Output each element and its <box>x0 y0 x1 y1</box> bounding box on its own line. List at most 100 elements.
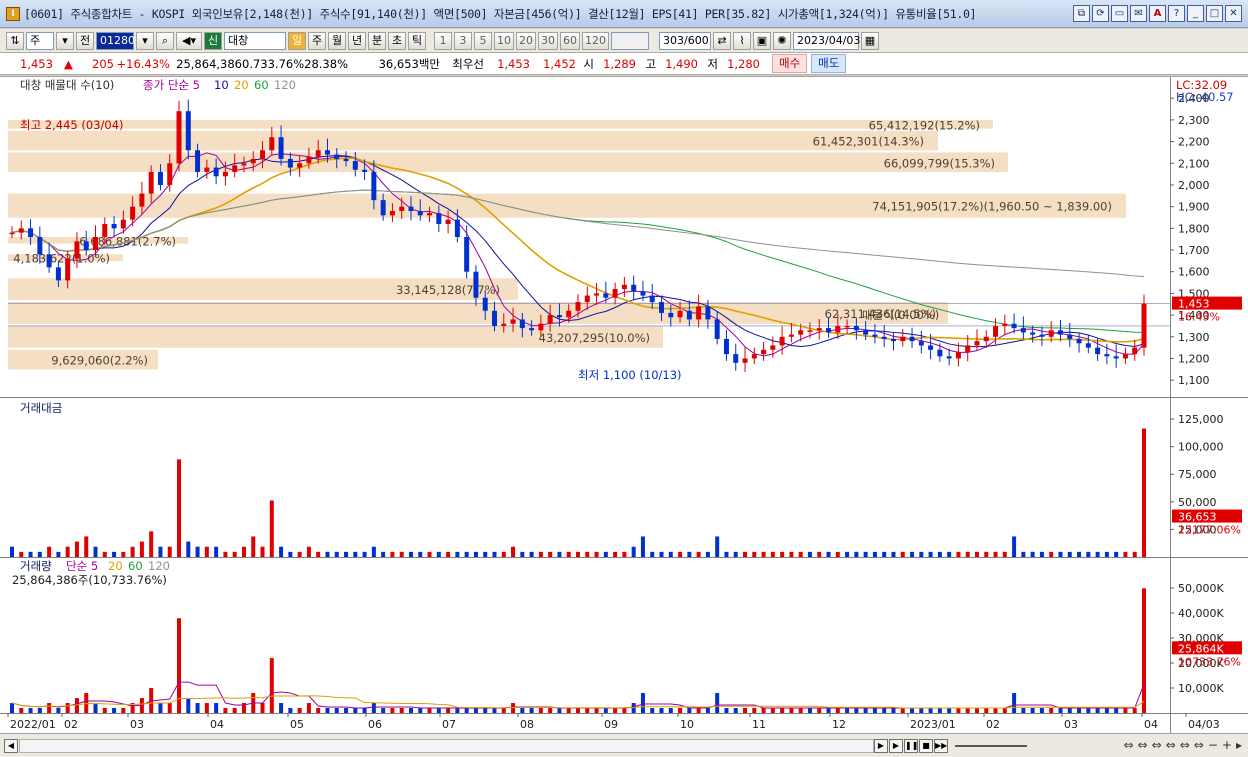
tab-week[interactable]: 주 <box>308 31 326 50</box>
save-icon[interactable]: ▣ <box>753 31 771 50</box>
sell-button[interactable]: 매도 <box>811 54 847 73</box>
candle-body <box>464 237 470 272</box>
interval-5[interactable]: 5 <box>474 31 492 50</box>
chart-type-icon[interactable]: ⌇ <box>733 31 751 50</box>
amount-bar <box>594 551 599 557</box>
refresh-icon[interactable]: ⟳ <box>1092 5 1109 22</box>
tool-icon[interactable]: ⇔ <box>1180 738 1190 752</box>
chart-svg[interactable]: 65,412,192(15.2%) 61,452,301(14.3%) 66,099… <box>0 77 1248 733</box>
chevron-down-icon[interactable]: ▾ <box>136 31 154 50</box>
amount-bar <box>316 551 321 557</box>
candle-body <box>269 137 275 151</box>
tool-icon[interactable]: ⇔ <box>1194 738 1204 752</box>
scroll-right-icon[interactable]: ▶ <box>874 738 888 753</box>
link-icon[interactable]: ⧉ <box>1073 5 1090 22</box>
amount-bar <box>56 551 61 557</box>
amount-bar <box>1132 551 1137 557</box>
amount-bar <box>177 459 182 557</box>
interval-20[interactable]: 20 <box>516 31 536 50</box>
price-tick-label: 1,800 <box>1178 222 1210 235</box>
interval-30[interactable]: 30 <box>538 31 558 50</box>
interval-10[interactable]: 10 <box>494 31 514 50</box>
best-bid: 1,452 <box>543 56 576 71</box>
window-title: [0601] 주식종합차트 - KOSPI 외국인보유[2,148(천)] 주식… <box>24 6 977 21</box>
chart-area[interactable]: 65,412,192(15.2%) 61,452,301(14.3%) 66,099… <box>0 76 1248 733</box>
tab-tick[interactable]: 틱 <box>408 31 426 50</box>
chevron-down-icon[interactable]: ▾ <box>56 31 74 50</box>
calendar-icon[interactable]: ▦ <box>861 31 879 50</box>
tool-icon[interactable]: ⇔ <box>1166 738 1176 752</box>
tab-month[interactable]: 월 <box>328 31 346 50</box>
search-icon[interactable]: ⌕ <box>156 31 174 50</box>
volume-panel-title: 거래량 <box>20 559 52 573</box>
interval-120[interactable]: 120 <box>582 31 609 50</box>
tool-icon[interactable]: ⇔ <box>1138 738 1148 752</box>
font-icon[interactable]: A <box>1149 5 1166 22</box>
zoom-in-icon[interactable]: + <box>1222 738 1232 752</box>
pause-icon[interactable]: ❚❚ <box>904 738 918 753</box>
candle-body <box>1122 354 1128 359</box>
pin-icon[interactable]: ⇅ <box>6 31 24 50</box>
scroll-track[interactable] <box>19 738 874 753</box>
volume-bar <box>585 708 590 713</box>
zoom-out-icon[interactable]: − <box>1208 738 1218 752</box>
settings-icon[interactable]: ✺ <box>773 31 791 50</box>
tab-second[interactable]: 초 <box>388 31 406 50</box>
candle-body <box>241 163 247 166</box>
data-count-field[interactable]: 303/600 <box>659 31 711 50</box>
tab-minute[interactable]: 분 <box>368 31 386 50</box>
interval-custom-input[interactable] <box>611 31 649 50</box>
amount-bar <box>325 551 330 557</box>
amount-bar <box>1123 551 1128 557</box>
help-icon[interactable]: ? <box>1168 5 1185 22</box>
candle-body <box>659 302 665 313</box>
play-icon[interactable]: ▶ <box>889 738 903 753</box>
volume-bar <box>223 708 228 713</box>
amount-bar <box>807 551 812 557</box>
tool-icon[interactable]: ⇔ <box>1123 738 1133 752</box>
zoom-slider[interactable] <box>955 744 1027 747</box>
volume-bar <box>752 708 757 713</box>
volume-bar <box>882 708 887 713</box>
scroll-end-icon[interactable]: ▸ <box>1236 738 1242 752</box>
tab-year[interactable]: 년 <box>348 31 366 50</box>
amount-bar <box>631 546 636 557</box>
amount-bar <box>455 551 460 557</box>
amount-bar <box>650 551 655 557</box>
close-button[interactable]: ✕ <box>1225 5 1242 22</box>
stock-name-field[interactable]: 대창 <box>224 31 286 50</box>
buy-button[interactable]: 매수 <box>772 54 808 73</box>
volume-bar <box>1077 708 1082 713</box>
tool-icon[interactable]: ⇔ <box>1152 738 1162 752</box>
period-select[interactable]: 주 <box>26 31 54 50</box>
speaker-icon[interactable]: ◀▾ <box>176 31 202 50</box>
volume-summary: 25,864,386주(10,733.76%) <box>12 573 167 587</box>
amount-bar <box>789 551 794 557</box>
stock-code-input[interactable]: 012800 <box>96 31 142 50</box>
chart-scrollbar[interactable]: ◀ ▶ ▶ ❚❚ ■ ▶▶ ⇔ ⇔ ⇔ ⇔ ⇔ ⇔ − + ▸ <box>0 733 1248 757</box>
scroll-left-icon[interactable]: ◀ <box>4 738 18 753</box>
x-tick-label: 2022/01 <box>10 718 56 731</box>
candle-body <box>816 328 822 331</box>
amount-bar <box>427 551 432 557</box>
interval-3[interactable]: 3 <box>454 31 472 50</box>
stop-icon[interactable]: ■ <box>919 738 933 753</box>
price-tick-label: 1,200 <box>1178 352 1210 365</box>
fast-forward-icon[interactable]: ▶▶ <box>934 738 948 753</box>
candle-body <box>260 150 266 159</box>
volume-bar <box>919 708 924 713</box>
tab-day[interactable]: 일 <box>288 31 306 50</box>
date-input[interactable]: 2023/04/03 <box>793 31 860 50</box>
interval-60[interactable]: 60 <box>560 31 580 50</box>
maximize-button[interactable]: □ <box>1206 5 1223 22</box>
mail-icon[interactable]: ✉ <box>1130 5 1147 22</box>
interval-1[interactable]: 1 <box>434 31 452 50</box>
amount-bar <box>19 551 24 557</box>
prev-button[interactable]: 전 <box>76 31 94 50</box>
screen-icon[interactable]: ▭ <box>1111 5 1128 22</box>
compare-icon[interactable]: ⇄ <box>713 31 731 50</box>
volume-bar <box>910 708 915 713</box>
amount-bar <box>1058 551 1063 557</box>
minimize-button[interactable]: _ <box>1187 5 1204 22</box>
amount-bar <box>464 551 469 557</box>
